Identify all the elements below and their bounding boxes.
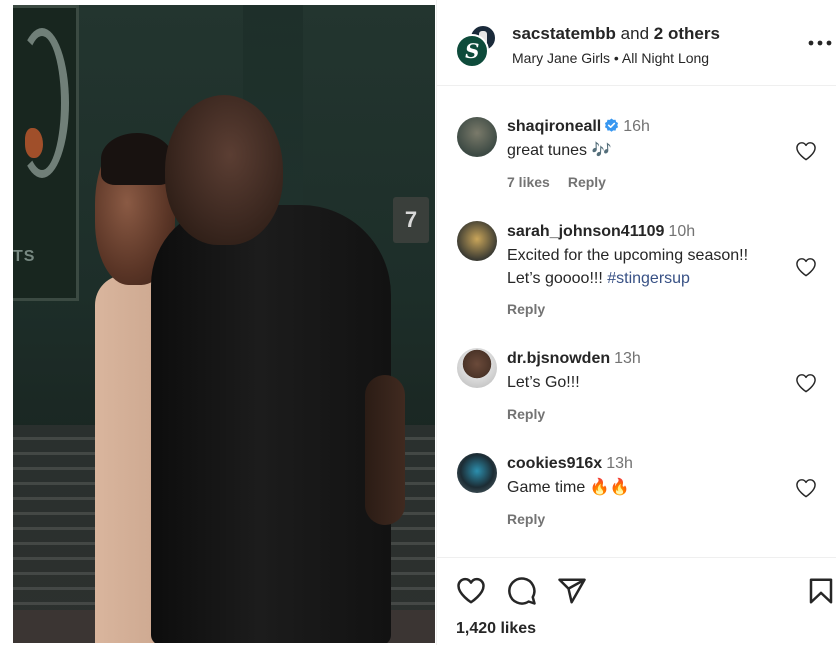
comment-username[interactable]: sarah_johnson41109: [507, 223, 664, 240]
comment-header: dr.bjsnowden 13h: [507, 350, 641, 368]
comment-text-fragment: Let’s goooo!!!: [507, 270, 608, 287]
comment-header: shaqironeall 16h: [507, 118, 650, 136]
banner-text: TS: [13, 248, 36, 265]
reply-button[interactable]: Reply: [507, 511, 545, 527]
comment-icon[interactable]: [507, 576, 537, 606]
comment-text: Game time 🔥🔥: [507, 479, 630, 496]
heart-icon[interactable]: [795, 257, 817, 277]
comment-meta: Reply: [507, 301, 563, 317]
others-link[interactable]: 2 others: [654, 24, 720, 43]
post-sidebar: S sacstatembb and 2 others Mary Jane Gir…: [436, 0, 836, 645]
author-username[interactable]: sacstatembb: [512, 24, 616, 43]
avatar[interactable]: S: [455, 34, 489, 68]
comment-username[interactable]: dr.bjsnowden: [507, 350, 610, 367]
comment-text: Excited for the upcoming season!! Let’s …: [507, 244, 797, 290]
comment-meta: Reply: [507, 406, 563, 422]
comment-header: sarah_johnson41109 10h: [507, 223, 695, 241]
banner-logo: [15, 28, 69, 178]
comment-item: cookies916x 13h Game time 🔥🔥 Reply: [437, 448, 836, 548]
post-header: S sacstatembb and 2 others Mary Jane Gir…: [437, 0, 836, 86]
banner-logo-accent: [25, 128, 43, 158]
more-options-button[interactable]: [807, 34, 833, 54]
hashtag-link[interactable]: #stingersup: [607, 270, 690, 287]
reply-button[interactable]: Reply: [568, 174, 606, 190]
post-photo[interactable]: TS 7: [13, 5, 435, 643]
avatar[interactable]: [457, 453, 497, 493]
heart-icon[interactable]: [795, 373, 817, 393]
comment-username[interactable]: shaqironeall: [507, 118, 601, 135]
comment-timestamp[interactable]: 10h: [668, 223, 695, 240]
coach-arm: [365, 375, 405, 525]
avatar[interactable]: [457, 221, 497, 261]
wall-sign: 7: [393, 197, 429, 243]
comment-timestamp[interactable]: 13h: [606, 455, 633, 472]
comment-text: great tunes 🎶: [507, 142, 612, 159]
authors-joiner: and: [620, 24, 650, 43]
heart-icon[interactable]: [795, 141, 817, 161]
coach-body: [151, 205, 391, 643]
likes-count[interactable]: 1,420 likes: [456, 620, 536, 638]
song-link[interactable]: Mary Jane Girls • All Night Long: [512, 50, 709, 66]
comment-likes-count[interactable]: 7 likes: [507, 174, 550, 190]
post-actions: 1,420 likes: [437, 557, 836, 645]
avatar[interactable]: [457, 348, 497, 388]
wall-banner: TS: [13, 5, 79, 301]
comment-item: dr.bjsnowden 13h Let’s Go!!! Reply: [437, 343, 836, 443]
comment-username[interactable]: cookies916x: [507, 455, 602, 472]
share-icon[interactable]: [557, 576, 587, 606]
post-authors: sacstatembb and 2 others: [512, 24, 720, 44]
coach-head: [165, 95, 283, 245]
comment-header: cookies916x 13h: [507, 455, 633, 473]
comment-item: sarah_johnson41109 10h Excited for the up…: [437, 215, 836, 335]
heart-icon[interactable]: [795, 478, 817, 498]
comment-timestamp[interactable]: 13h: [614, 350, 641, 367]
avatar[interactable]: [457, 117, 497, 157]
player-hair: [101, 133, 173, 185]
comment-item: shaqironeall 16h great tunes 🎶 7 likes Re…: [437, 110, 836, 210]
reply-button[interactable]: Reply: [507, 406, 545, 422]
comment-meta: Reply: [507, 511, 563, 527]
bookmark-icon[interactable]: [806, 576, 836, 606]
comment-text: Let’s Go!!!: [507, 374, 580, 391]
more-horizontal-icon: [808, 40, 832, 46]
verified-badge-icon: [605, 118, 619, 132]
reply-button[interactable]: Reply: [507, 301, 545, 317]
comment-text-line: Excited for the upcoming season!!: [507, 247, 749, 264]
collab-avatars[interactable]: S: [455, 24, 499, 68]
comment-meta: 7 likes Reply: [507, 174, 624, 190]
comment-timestamp[interactable]: 16h: [623, 118, 650, 135]
comment-text-line: Let’s goooo!!! #stingersup: [507, 267, 797, 290]
heart-icon[interactable]: [456, 576, 486, 606]
